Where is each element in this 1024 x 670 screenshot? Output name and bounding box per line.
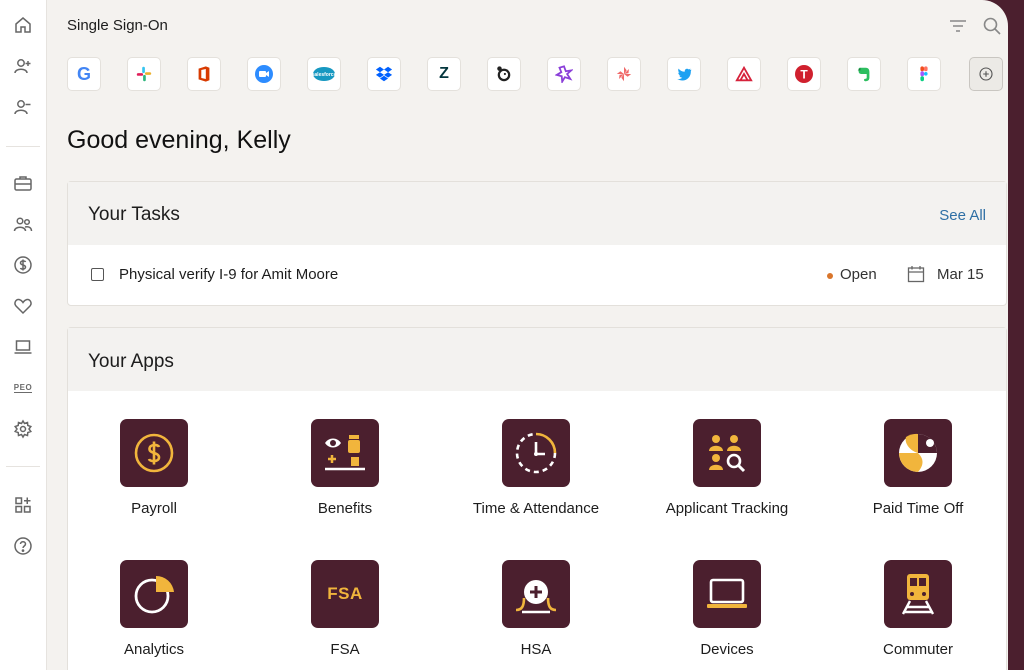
beach-ball-icon [884, 419, 952, 487]
app-label: Analytics [123, 641, 185, 658]
svg-text:salesforce: salesforce [312, 72, 336, 78]
app-paid-time-off[interactable]: Paid Time Off [823, 419, 1008, 517]
filter-icon[interactable] [948, 16, 968, 36]
apps-title: Your Apps [88, 351, 174, 372]
task-date: Mar 15 [937, 266, 984, 283]
stacked-triangle-icon[interactable] [727, 57, 761, 91]
add-circle-icon [979, 67, 993, 81]
office-icon[interactable] [187, 57, 221, 91]
app-benefits[interactable]: Benefits [250, 419, 440, 517]
sidebar: PEO [0, 0, 47, 670]
dropbox-icon[interactable] [367, 57, 401, 91]
svg-text:T: T [800, 68, 808, 82]
task-label[interactable]: Physical verify I-9 for Amit Moore [119, 266, 338, 283]
people-icon[interactable] [12, 213, 34, 235]
help-icon[interactable] [12, 535, 34, 557]
pie-chart-icon [120, 560, 188, 628]
zendesk-icon[interactable]: Z [427, 57, 461, 91]
briefcase-icon[interactable] [12, 172, 34, 194]
google-icon[interactable]: G [67, 57, 101, 91]
peo-label: PEO [13, 383, 33, 393]
sidebar-divider [6, 146, 40, 147]
app-label: Paid Time Off [872, 500, 964, 517]
add-sso-app-button[interactable] [969, 57, 1003, 91]
salesforce-icon[interactable]: salesforce [307, 57, 341, 91]
fsa-icon: FSA [311, 560, 379, 628]
app-time-attendance[interactable]: Time & Attendance [441, 419, 631, 517]
app-hsa[interactable]: HSA [441, 560, 631, 658]
sidebar-divider [6, 466, 40, 467]
task-status: Open [840, 266, 877, 283]
twitter-icon[interactable] [667, 57, 701, 91]
applicant-search-icon [693, 419, 761, 487]
app-frame: PEO Single Sign-On G salesforce Z T Good… [0, 0, 1008, 670]
app-fsa[interactable]: FSA FSA [250, 560, 440, 658]
app-applicant-tracking[interactable]: Applicant Tracking [632, 419, 822, 517]
app-commuter[interactable]: Commuter [823, 560, 1008, 658]
hsa-icon [502, 560, 570, 628]
train-icon [884, 560, 952, 628]
peo-icon[interactable]: PEO [12, 377, 34, 399]
calendar-icon [907, 265, 925, 283]
app-label: Payroll [131, 500, 177, 517]
app-label: Applicant Tracking [665, 500, 789, 517]
benefits-icon [311, 419, 379, 487]
pinwheel-icon[interactable] [607, 57, 641, 91]
see-all-link[interactable]: See All [939, 207, 986, 224]
app-label: FSA [330, 641, 360, 658]
sso-title: Single Sign-On [67, 17, 168, 34]
search-icon[interactable] [982, 16, 1002, 36]
app-payroll[interactable]: Payroll [59, 419, 249, 517]
google-glyph: G [76, 63, 91, 84]
app-label: Time & Attendance [472, 500, 600, 517]
home-icon[interactable] [12, 14, 34, 36]
task-checkbox[interactable] [91, 268, 104, 281]
zendesk-glyph: Z [439, 65, 449, 82]
task-row[interactable]: Physical verify I-9 for Amit Moore Open … [68, 245, 1006, 305]
fsa-glyph: FSA [327, 584, 363, 603]
apps-card-header: Your Apps [68, 328, 1006, 391]
status-dot-icon [827, 273, 833, 279]
greeting: Good evening, Kelly [67, 126, 291, 154]
star-burst-icon[interactable] [547, 57, 581, 91]
laptop-icon [693, 560, 761, 628]
zoom-icon[interactable] [247, 57, 281, 91]
gear-icon[interactable] [12, 418, 34, 440]
apps-card: Your Apps Payroll Benefits Time & Attend… [67, 327, 1007, 670]
apps-add-icon[interactable] [12, 494, 34, 516]
app-label: Devices [700, 641, 754, 658]
mailchimp-icon[interactable] [487, 57, 521, 91]
remove-person-icon[interactable] [12, 96, 34, 118]
app-label: Commuter [882, 641, 953, 658]
laptop-icon[interactable] [12, 336, 34, 358]
tasks-card: Your Tasks See All Physical verify I-9 f… [67, 181, 1007, 306]
app-analytics[interactable]: Analytics [59, 560, 249, 658]
payroll-dollar-icon [120, 419, 188, 487]
heart-icon[interactable] [12, 295, 34, 317]
app-label: HSA [520, 641, 552, 658]
t-circle-icon[interactable]: T [787, 57, 821, 91]
figma-icon[interactable] [907, 57, 941, 91]
tasks-card-header: Your Tasks See All [68, 182, 1006, 245]
clock-icon [502, 419, 570, 487]
slack-icon[interactable] [127, 57, 161, 91]
app-label: Benefits [317, 500, 373, 517]
app-devices[interactable]: Devices [632, 560, 822, 658]
dollar-icon[interactable] [12, 254, 34, 276]
tasks-title: Your Tasks [88, 204, 180, 225]
evernote-icon[interactable] [847, 57, 881, 91]
add-person-icon[interactable] [12, 55, 34, 77]
